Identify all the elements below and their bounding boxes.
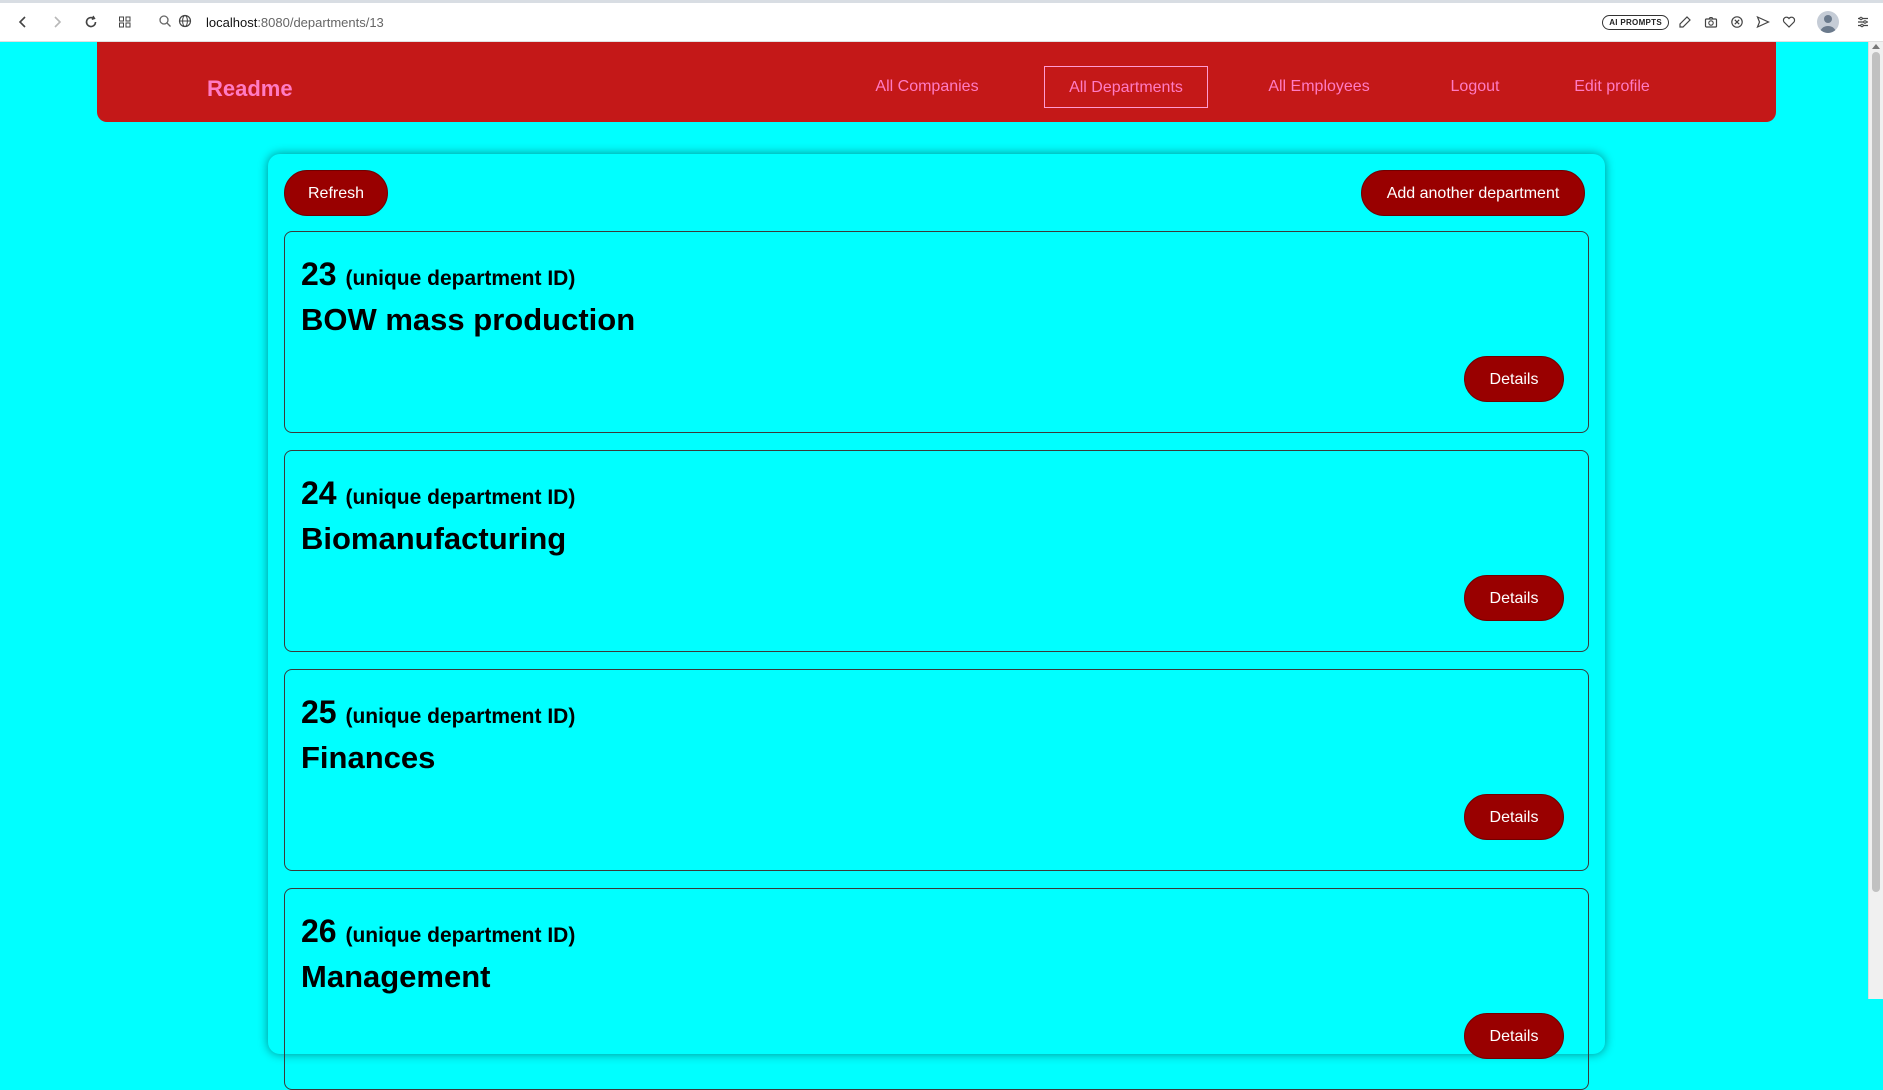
globe-icon (178, 14, 192, 31)
department-name: Management (301, 959, 491, 994)
send-icon[interactable] (1753, 12, 1773, 32)
department-id-value: 25 (301, 694, 337, 730)
refresh-button[interactable]: Refresh (284, 170, 388, 216)
department-name: Biomanufacturing (301, 521, 567, 556)
nav-link-logout[interactable]: Logout (1440, 66, 1510, 108)
nav-link-all-employees[interactable]: All Employees (1257, 66, 1381, 108)
camera-icon[interactable] (1701, 12, 1721, 32)
heart-icon[interactable] (1779, 12, 1799, 32)
department-id: 25 (unique department ID) (301, 694, 575, 731)
department-id-value: 26 (301, 913, 337, 949)
tabs-grid-icon[interactable] (110, 7, 140, 37)
department-id: 24 (unique department ID) (301, 475, 575, 512)
address-bar[interactable]: localhost:8080/departments/13 (158, 14, 384, 31)
forward-icon[interactable] (42, 7, 72, 37)
scrollbar-thumb[interactable] (1872, 52, 1880, 892)
department-id: 23 (unique department ID) (301, 256, 575, 293)
department-name: BOW mass production (301, 302, 636, 337)
department-card: 24 (unique department ID) Biomanufacturi… (284, 450, 1589, 652)
department-id-value: 24 (301, 475, 337, 511)
department-id-note: (unique department ID) (345, 924, 576, 947)
department-id-value: 23 (301, 256, 337, 292)
details-button[interactable]: Details (1464, 794, 1564, 840)
department-id-note: (unique department ID) (345, 486, 576, 509)
brand-logo[interactable]: Readme (207, 76, 293, 102)
app-navbar: Readme All Companies All Departments All… (97, 42, 1776, 122)
block-icon[interactable] (1727, 12, 1747, 32)
department-id: 26 (unique department ID) (301, 913, 575, 950)
department-id-note: (unique department ID) (345, 267, 576, 290)
scrollbar[interactable] (1868, 42, 1883, 999)
url-host: localhost (206, 14, 258, 30)
back-icon[interactable] (8, 7, 38, 37)
edit-icon[interactable] (1675, 12, 1695, 32)
url-path: :8080/departments/13 (257, 14, 384, 30)
profile-avatar-icon[interactable] (1817, 11, 1839, 33)
department-card: 25 (unique department ID) Finances Detai… (284, 669, 1589, 871)
ai-prompts-button[interactable]: AI PROMPTS (1602, 14, 1669, 30)
department-name: Finances (301, 740, 436, 775)
page-content: Readme All Companies All Departments All… (4, 42, 1869, 1090)
details-button[interactable]: Details (1464, 1013, 1564, 1059)
add-department-button[interactable]: Add another department (1361, 170, 1585, 216)
nav-link-all-companies[interactable]: All Companies (862, 66, 992, 108)
reload-icon[interactable] (76, 7, 106, 37)
nav-link-all-departments[interactable]: All Departments (1044, 66, 1208, 108)
department-card: 26 (unique department ID) Management Det… (284, 888, 1589, 1090)
browser-toolbar: localhost:8080/departments/13 AI PROMPTS (0, 0, 1883, 42)
department-id-note: (unique department ID) (345, 705, 576, 728)
scroll-up-icon[interactable] (1872, 44, 1880, 49)
departments-panel: Refresh Add another department 23 (uniqu… (268, 154, 1605, 1090)
nav-link-edit-profile[interactable]: Edit profile (1564, 66, 1660, 108)
details-button[interactable]: Details (1464, 575, 1564, 621)
menu-icon[interactable] (1853, 12, 1873, 32)
search-icon (158, 14, 172, 31)
department-card: 23 (unique department ID) BOW mass produ… (284, 231, 1589, 433)
details-button[interactable]: Details (1464, 356, 1564, 402)
